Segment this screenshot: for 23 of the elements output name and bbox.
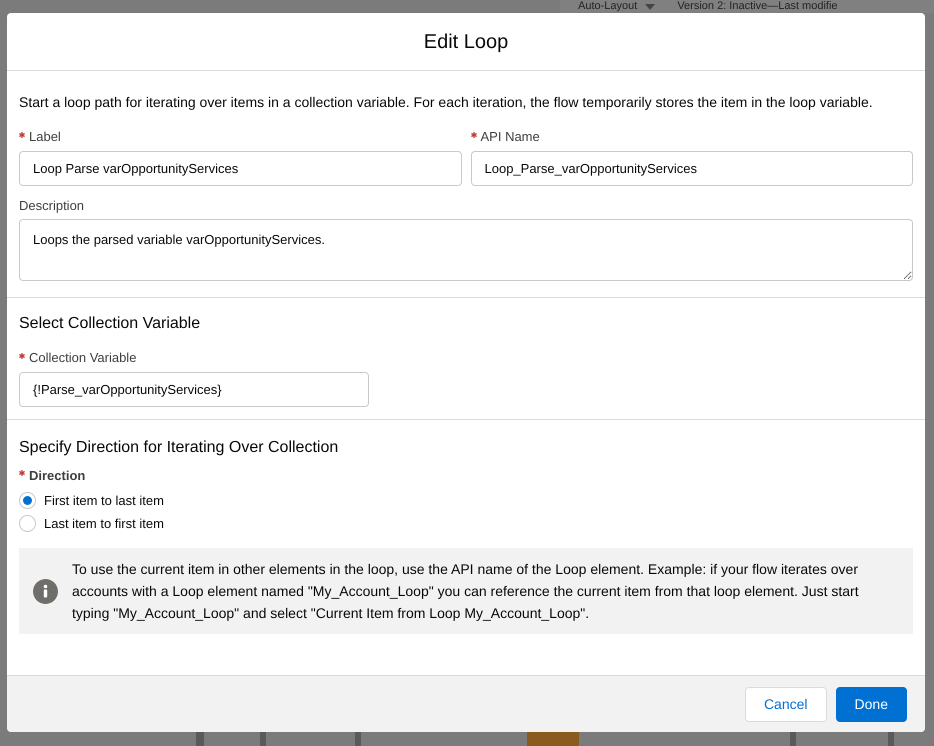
radio-label: First item to last item: [44, 492, 164, 510]
section-heading: Select Collection Variable: [19, 314, 202, 334]
layout-menu[interactable]: Auto-Layout: [578, 1, 638, 12]
radio-button[interactable]: [19, 492, 36, 509]
collection-variable-field[interactable]: {!Parse_varOpportunityServices}: [19, 372, 369, 406]
intro-text: Start a loop path for iterating over items in a collection variable. For each iteration, the flow temporarily stores the item in the loop variable.: [19, 93, 874, 112]
field-label: API Name: [480, 128, 540, 146]
label-field[interactable]: Loop Parse varOpportunityServices: [19, 150, 462, 186]
radio-label: Last item to first item: [44, 514, 164, 533]
info-text: To use the current item in other elements in the loop, use the API name of the Loop element. Example: if your flow iterates over accounts with a Loop element named "My_Account_Loop" you can reference the current item from that loop element. Just start typing "My_Account_Loop" and select "Current Item from Loop My_Account_Loop".: [72, 560, 860, 623]
section-heading: Specify Direction for Iterating Over Collection: [19, 438, 340, 458]
info-icon: [33, 578, 58, 604]
field-label: Direction: [29, 466, 86, 484]
description-field[interactable]: Loops the parsed variable varOpportunityServices.: [19, 219, 913, 281]
cancel-button[interactable]: Cancel: [744, 686, 827, 722]
radio-button[interactable]: [19, 515, 36, 532]
field-label: Description: [19, 196, 84, 215]
field-label: Label: [29, 128, 61, 146]
modal-title: Edit Loop: [424, 30, 508, 54]
api-name-field[interactable]: Loop_Parse_varOpportunityServices: [470, 150, 913, 186]
version-info: Version 2: Inactive—Last modifie: [677, 1, 838, 12]
field-label: Collection Variable: [29, 349, 136, 367]
done-button[interactable]: Done: [836, 686, 907, 722]
